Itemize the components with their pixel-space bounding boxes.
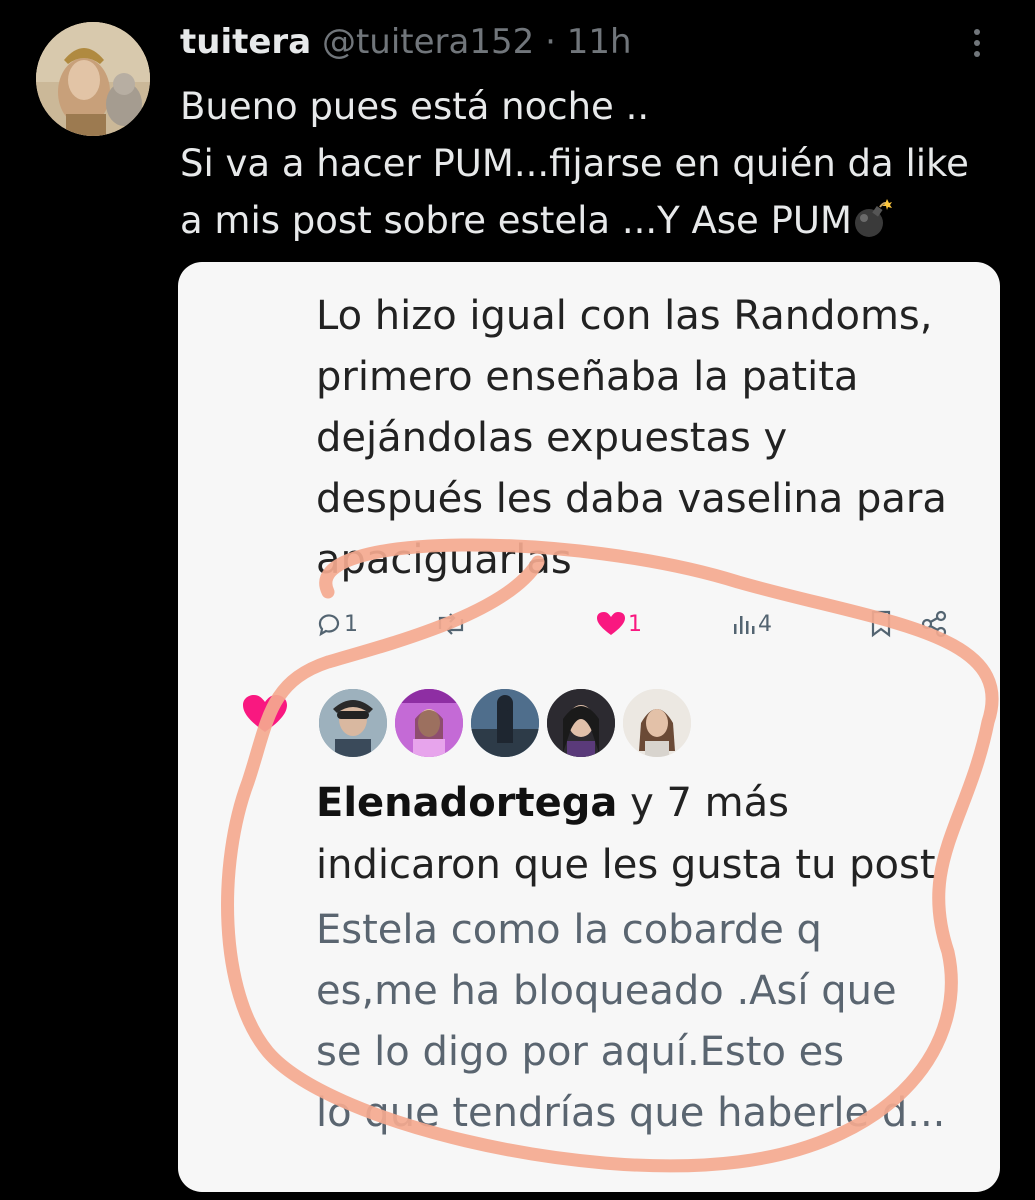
profile-avatar[interactable]	[36, 22, 150, 136]
avatar-image	[36, 22, 150, 136]
time-separator: ·	[545, 22, 556, 62]
tweet-text: Bueno pues está noche .. Si va a hacer P…	[180, 78, 969, 249]
tweet-line: a mis post sobre estela ...Y Ase PUM	[180, 192, 969, 249]
display-name[interactable]: tuitera	[180, 22, 311, 62]
timestamp[interactable]: 11h	[567, 22, 632, 62]
tweet-header: tuitera @tuitera152 · 11h	[180, 20, 632, 64]
hand-drawn-circle-annotation	[221, 538, 999, 1173]
bomb-emoji-icon	[852, 198, 892, 238]
user-handle[interactable]: @tuitera152	[322, 22, 534, 62]
tweet-line: Bueno pues está noche ..	[180, 85, 650, 128]
more-vertical-icon[interactable]	[962, 24, 992, 68]
tweet-line: Si va a hacer PUM...fijarse en quién da …	[180, 142, 969, 185]
embedded-screenshot[interactable]: Lo hizo igual con las Randoms, primero e…	[178, 262, 1000, 1192]
